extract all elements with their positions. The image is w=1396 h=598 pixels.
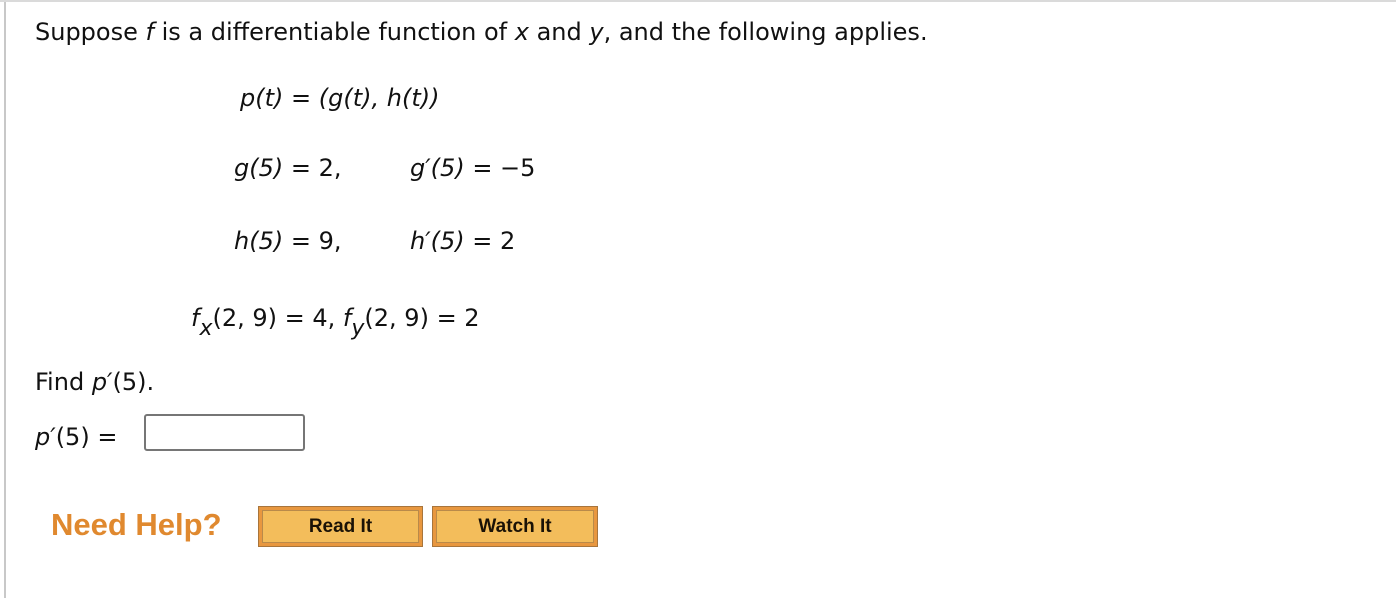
intro-text: Suppose (35, 18, 146, 46)
question-prompt: Find p′(5). (35, 368, 154, 396)
find-text: Find (35, 368, 92, 396)
equation-rhs: = 2, (283, 154, 342, 182)
equation-p-definition: p(t) = (g(t), h(t)) (240, 84, 439, 112)
partial-fx-args: (2, 9) (212, 304, 278, 332)
answer-label-var: p′ (35, 423, 56, 451)
equation-rhs: (g(t), h(t)) (318, 84, 440, 112)
partial-fy-args: (2, 9) (364, 304, 429, 332)
equation-lhs: p(t) (240, 84, 284, 112)
partial-fy-value: = 2 (428, 304, 480, 332)
read-it-label: Read It (262, 510, 419, 543)
var-x: x (514, 18, 529, 46)
equation-rhs: = −5 (464, 154, 536, 182)
find-suffix: (5). (112, 368, 155, 396)
frame-top-border (0, 0, 1396, 2)
equation-h-value: h(5) = 9, (234, 227, 341, 255)
equation-h-prime-value: h′(5) = 2 (410, 227, 515, 255)
need-help-label: Need Help? (51, 507, 222, 542)
partial-fy-subscript: y (351, 316, 365, 341)
equals-sign: = (283, 84, 319, 112)
equation-partials: fx(2, 9) = 4, fy(2, 9) = 2 (191, 304, 480, 340)
equation-lhs: g(5) (234, 154, 284, 182)
equation-lhs: h′(5) (410, 227, 465, 255)
equation-rhs: = 2 (464, 227, 516, 255)
watch-it-button[interactable]: Watch It (432, 506, 598, 547)
find-target: p′ (91, 368, 113, 396)
read-it-button[interactable]: Read It (258, 506, 423, 547)
watch-it-label: Watch It (436, 510, 594, 543)
answer-label: p′(5) = (35, 423, 125, 451)
equation-g-value: g(5) = 2, (234, 154, 342, 182)
equation-rhs: = 9, (283, 227, 342, 255)
var-y: y (589, 18, 604, 46)
var-f: f (145, 18, 154, 46)
answer-label-rest: (5) = (55, 423, 126, 451)
partial-fx-value: = 4, (277, 304, 343, 332)
intro-text: and (528, 18, 590, 46)
equation-g-prime-value: g′(5) = −5 (410, 154, 535, 182)
intro-text: , and the following applies. (603, 18, 928, 46)
equation-lhs: g′(5) (410, 154, 465, 182)
equation-lhs: h(5) (234, 227, 284, 255)
answer-input[interactable] (144, 414, 305, 451)
partial-fx-subscript: x (199, 316, 213, 341)
frame-left-border (4, 2, 6, 598)
intro-text: is a differentiable function of (153, 18, 515, 46)
problem-statement: Suppose f is a differentiable function o… (35, 18, 928, 46)
